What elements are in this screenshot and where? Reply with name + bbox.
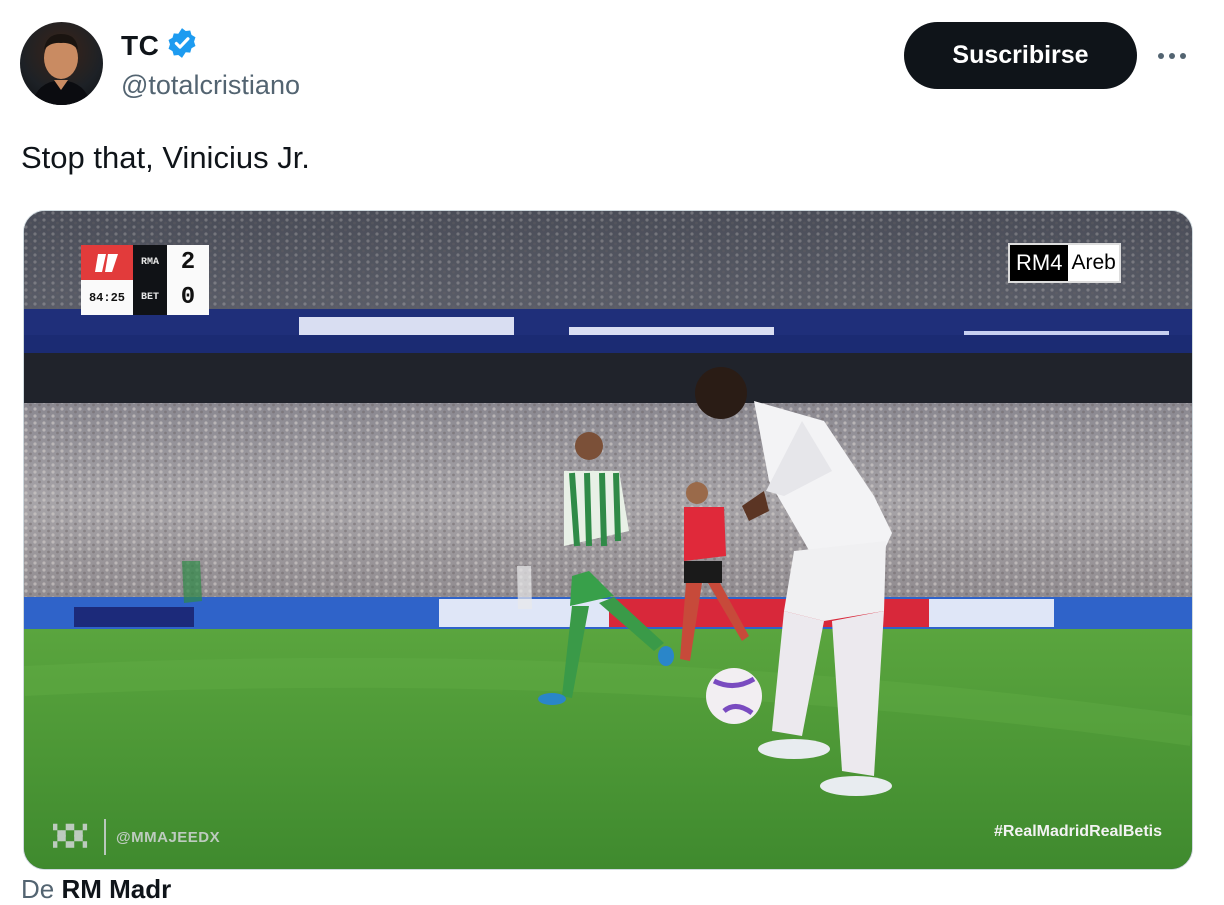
dot [1169,53,1175,59]
video-watermark: ▚▞▚▞ ▞▚▞▚ @MMAJEEDX [46,819,220,855]
away-team-label: BET [133,280,167,315]
dot [1158,53,1164,59]
watermark-separator [104,819,106,855]
channel-name: RM4 [1010,245,1069,281]
dot [1180,53,1186,59]
author-handle[interactable]: @totalcristiano [121,70,300,101]
watermark-logo-icon: ▚▞▚▞ ▞▚▞▚ [53,825,87,848]
avatar-image [32,34,91,105]
author-name[interactable]: TC [121,30,159,62]
channel-suffix: Areb [1068,245,1119,281]
channel-logo: RM4 Areb [1008,243,1121,283]
source-prefix: De [21,874,62,904]
scoreboard: RMA 2 84:25 BET 0 [81,245,209,315]
more-options-icon[interactable] [1154,40,1190,72]
source-account[interactable]: RM Madr [61,874,171,904]
verified-badge-icon [165,26,199,65]
video-hashtag: #RealMadridRealBetis [993,823,1162,840]
laliga-logo-icon [81,245,133,280]
away-score: 0 [167,280,209,315]
author-avatar[interactable] [20,22,103,105]
watermark-handle: @MMAJEEDX [116,828,221,846]
match-clock: 84:25 [81,280,133,315]
home-team-label: RMA [133,245,167,280]
author-name-row[interactable]: TC [121,26,199,65]
tweet-text: Stop that, Vinicius Jr. [21,140,310,175]
subscribe-button[interactable]: Suscribirse [904,22,1137,89]
tweet-video[interactable]: RMA 2 84:25 BET 0 RM4 Areb ▚▞▚▞ ▞▚▞▚ @MMA… [23,210,1193,870]
home-score: 2 [167,245,209,280]
source-attribution[interactable]: De RM Madr [21,874,171,905]
